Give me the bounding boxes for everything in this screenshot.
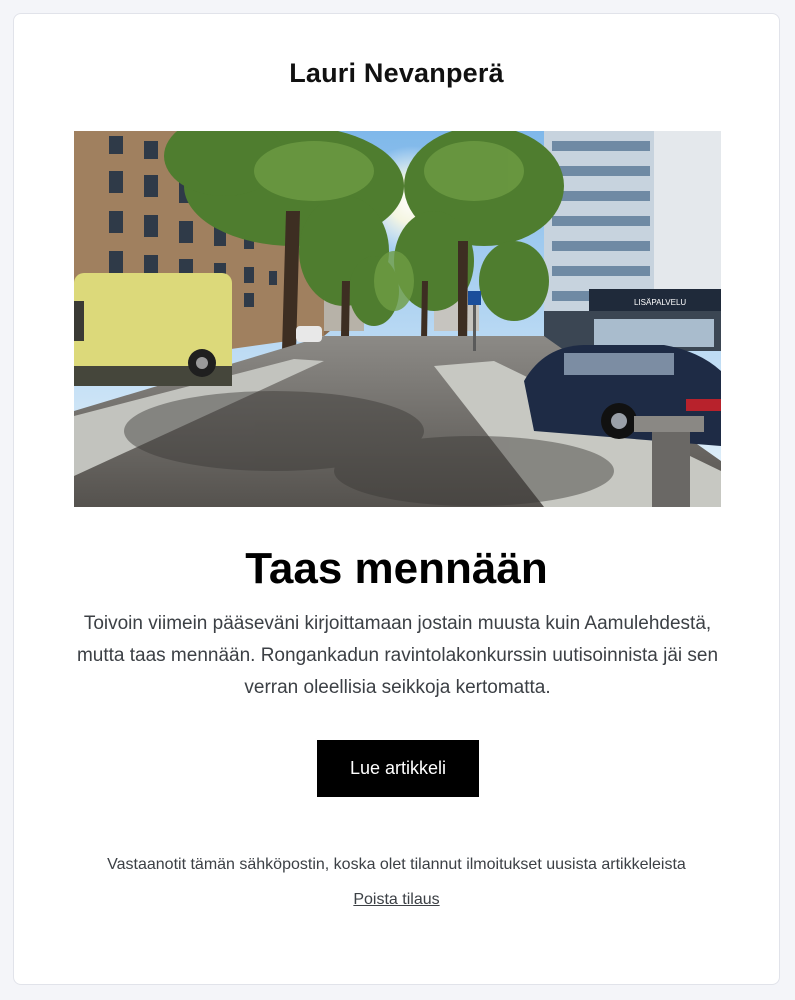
email-card: Lauri Nevanperä LISÄPALVELU Taas mennään… <box>13 13 780 985</box>
unsubscribe-row: Poista tilaus <box>14 891 779 909</box>
article-excerpt: Toivoin viimein pääseväni kirjoittamaan … <box>76 613 719 698</box>
unsubscribe-link[interactable]: Poista tilaus <box>353 891 439 908</box>
shop-sign: LISÄPALVELU <box>634 298 686 307</box>
article-title: Taas mennään <box>245 544 548 593</box>
van <box>74 273 232 386</box>
subscription-notice: Vastaanotit tämän sähköpostin, koska ole… <box>107 856 686 873</box>
read-article-button[interactable]: Lue artikkeli <box>317 740 479 797</box>
street-photo: LISÄPALVELU <box>74 131 721 507</box>
hero-image: LISÄPALVELU <box>74 131 721 507</box>
sender-name: Lauri Nevanperä <box>289 58 504 88</box>
